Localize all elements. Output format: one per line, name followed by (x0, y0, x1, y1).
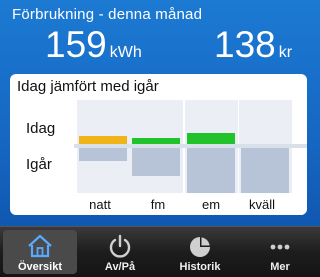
period-label-natt: natt (89, 197, 111, 212)
yesterday-bar-fm (132, 148, 180, 176)
tab-oversikt[interactable]: Översikt (3, 230, 77, 274)
tab-label-oversikt: Översikt (17, 261, 63, 273)
energy-value: 159 (45, 24, 107, 65)
cost-unit: kr (278, 44, 293, 61)
header: Förbrukning - denna månad 159 kWh 138 kr (0, 0, 320, 72)
tab-av-pa[interactable]: Av/På (83, 230, 157, 274)
period-label-fm: fm (150, 197, 166, 212)
tab-label-historik: Historik (179, 261, 221, 273)
cost-value: 138 (214, 24, 276, 65)
tab-label-mer: Mer (270, 261, 290, 273)
cost-metric: 138 kr (214, 26, 292, 63)
yesterday-bar-em (187, 148, 235, 193)
tab-label-av-pa: Av/På (104, 261, 136, 273)
yesterday-row-label: Igår (26, 156, 52, 173)
tab-mer[interactable]: Mer (243, 230, 317, 274)
yesterday-bar-kvall (241, 148, 289, 193)
power-icon (109, 234, 131, 258)
tab-historik[interactable]: Historik (163, 230, 237, 274)
comparison-title: Idag jämfört med igår (17, 78, 159, 95)
period-label-kvall: kväll (248, 197, 275, 212)
tab-bar: Översikt Av/På Historik Mer (0, 226, 320, 277)
more-icon (270, 244, 290, 250)
today-bar-natt (79, 136, 127, 144)
energy-unit: kWh (109, 44, 142, 61)
yesterday-bar-natt (79, 148, 127, 161)
home-icon (28, 234, 52, 258)
pie-chart-icon (190, 237, 210, 257)
today-row-label: Idag (26, 120, 56, 137)
comparison-card: Idag jämfört med igår Idag Igår natt fm … (10, 74, 307, 215)
today-yesterday-divider (74, 144, 307, 148)
header-title: Förbrukning - denna månad (12, 6, 203, 23)
today-bar-em (187, 133, 235, 144)
energy-metric: 159 kWh (45, 26, 142, 63)
